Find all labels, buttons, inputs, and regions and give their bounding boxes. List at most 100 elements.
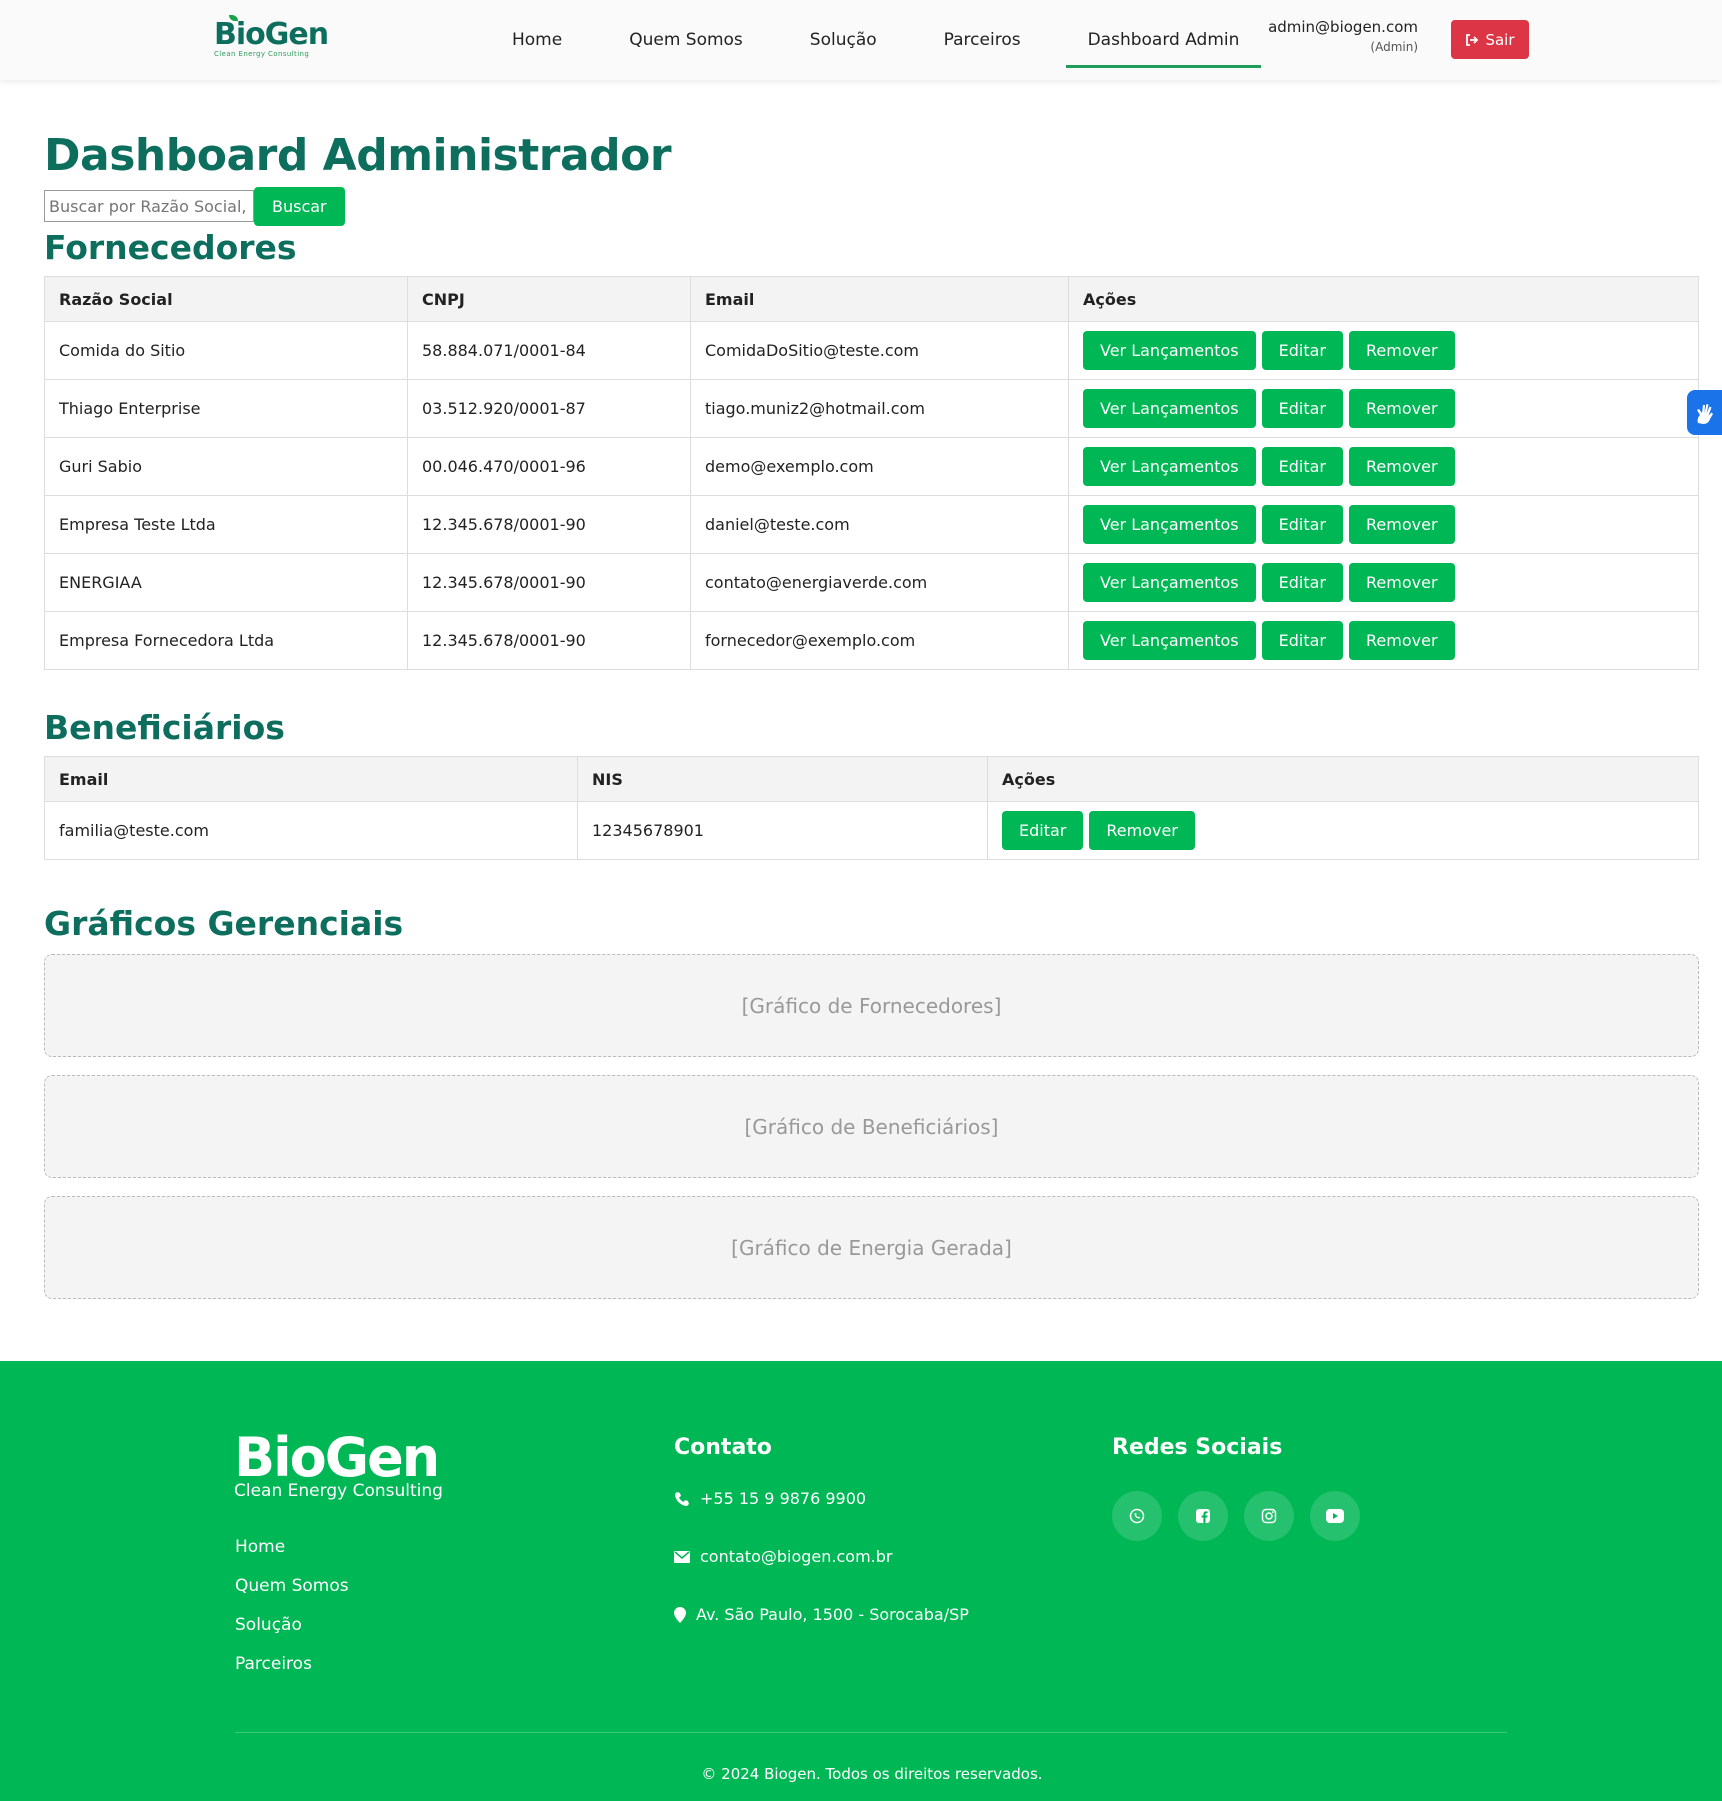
ver-lancamentos-button[interactable]: Ver Lançamentos [1083, 447, 1256, 486]
contact-address-text: Av. São Paulo, 1500 - Sorocaba/SP [696, 1605, 969, 1624]
search-input[interactable] [44, 190, 254, 222]
envelope-icon [674, 1550, 690, 1563]
remover-button[interactable]: Remover [1349, 505, 1455, 544]
cell-email: demo@exemplo.com [690, 437, 1069, 496]
table-row: Guri Sabio 00.046.470/0001-96 demo@exemp… [44, 437, 1699, 496]
table-header-row: Email NIS Ações [44, 756, 1699, 802]
cell-email: ComidaDoSitio@teste.com [690, 321, 1069, 380]
ver-lancamentos-button[interactable]: Ver Lançamentos [1083, 563, 1256, 602]
phone-icon [675, 1491, 689, 1506]
nav-quem-somos[interactable]: Quem Somos [607, 0, 765, 68]
social-title: Redes Sociais [1112, 1435, 1283, 1460]
nav-home[interactable]: Home [490, 0, 584, 68]
ver-lancamentos-button[interactable]: Ver Lançamentos [1083, 389, 1256, 428]
remover-button[interactable]: Remover [1349, 447, 1455, 486]
cell-acoes: Ver Lançamentos Editar Remover [1068, 437, 1699, 496]
footer-link-solucao[interactable]: Solução [235, 1614, 349, 1636]
cell-acoes: Editar Remover [987, 801, 1699, 860]
contact-email-text[interactable]: contato@biogen.com.br [700, 1547, 892, 1566]
cell-email: contato@energiaverde.com [690, 553, 1069, 612]
social-icons [1112, 1491, 1360, 1541]
cell-razao-social: Empresa Fornecedora Ltda [44, 611, 408, 670]
cell-email: fornecedor@exemplo.com [690, 611, 1069, 670]
graficos-title: Gráficos Gerenciais [44, 904, 404, 943]
contact-address: Av. São Paulo, 1500 - Sorocaba/SP [674, 1605, 969, 1624]
accessibility-widget[interactable] [1687, 390, 1722, 435]
fornecedores-table: Razão Social CNPJ Email Ações Comida do … [44, 276, 1699, 670]
col-header-email: Email [44, 756, 578, 802]
col-header-razao-social: Razão Social [44, 276, 408, 322]
ver-lancamentos-button[interactable]: Ver Lançamentos [1083, 621, 1256, 660]
cell-razao-social: Thiago Enterprise [44, 379, 408, 438]
facebook-icon[interactable] [1178, 1491, 1228, 1541]
main-nav: Home Quem Somos Solução Parceiros Dashbo… [490, 0, 1284, 70]
chart-placeholder-energia: [Gráfico de Energia Gerada] [44, 1196, 1699, 1299]
cell-acoes: Ver Lançamentos Editar Remover [1068, 611, 1699, 670]
cell-nis: 12345678901 [577, 801, 988, 860]
logo-tagline: Clean Energy Consulting [214, 50, 310, 58]
user-email: admin@biogen.com [1268, 18, 1418, 36]
cell-cnpj: 00.046.470/0001-96 [407, 437, 691, 496]
chart-placeholder-beneficiarios: [Gráfico de Beneficiários] [44, 1075, 1699, 1178]
footer-link-parceiros[interactable]: Parceiros [235, 1653, 349, 1675]
sign-language-hand-icon [1696, 403, 1713, 424]
cell-cnpj: 12.345.678/0001-90 [407, 611, 691, 670]
footer-logo[interactable]: BioGen Clean Energy Consulting [234, 1429, 443, 1502]
logout-label: Sair [1485, 30, 1515, 49]
beneficiarios-table: Email NIS Ações familia@teste.com 123456… [44, 756, 1699, 860]
cell-cnpj: 58.884.071/0001-84 [407, 321, 691, 380]
cell-acoes: Ver Lançamentos Editar Remover [1068, 379, 1699, 438]
cell-acoes: Ver Lançamentos Editar Remover [1068, 321, 1699, 380]
top-navbar: BioGen Clean Energy Consulting Home Quem… [0, 0, 1722, 80]
cell-acoes: Ver Lançamentos Editar Remover [1068, 495, 1699, 554]
editar-button[interactable]: Editar [1261, 505, 1344, 544]
footer-links: Home Quem Somos Solução Parceiros [235, 1536, 349, 1692]
table-header-row: Razão Social CNPJ Email Ações [44, 276, 1699, 322]
biogen-logo[interactable]: BioGen Clean Energy Consulting [214, 15, 329, 62]
cell-email: familia@teste.com [44, 801, 578, 860]
logout-button[interactable]: Sair [1451, 20, 1529, 59]
nav-solucao[interactable]: Solução [788, 0, 899, 68]
col-header-email: Email [690, 276, 1069, 322]
editar-button[interactable]: Editar [1261, 563, 1344, 602]
page-title: Dashboard Administrador [44, 130, 672, 181]
instagram-icon[interactable] [1244, 1491, 1294, 1541]
search-button[interactable]: Buscar [254, 187, 345, 226]
editar-button[interactable]: Editar [1261, 331, 1344, 370]
ver-lancamentos-button[interactable]: Ver Lançamentos [1083, 505, 1256, 544]
nav-parceiros[interactable]: Parceiros [922, 0, 1043, 68]
footer-logo-tagline: Clean Energy Consulting [234, 1481, 443, 1501]
footer-divider [235, 1732, 1507, 1733]
remover-button[interactable]: Remover [1349, 389, 1455, 428]
contact-phone-text[interactable]: +55 15 9 9876 9900 [700, 1489, 866, 1508]
logo-word: BioGen [214, 17, 329, 52]
editar-button[interactable]: Editar [1002, 811, 1084, 850]
chart-placeholder-fornecedores: [Gráfico de Fornecedores] [44, 954, 1699, 1057]
remover-button[interactable]: Remover [1089, 811, 1195, 850]
footer-link-quem-somos[interactable]: Quem Somos [235, 1575, 349, 1597]
cell-razao-social: Comida do Sitio [44, 321, 408, 380]
contact-phone: +55 15 9 9876 9900 [674, 1489, 866, 1508]
fornecedores-title: Fornecedores [44, 228, 297, 267]
editar-button[interactable]: Editar [1261, 621, 1344, 660]
editar-button[interactable]: Editar [1261, 447, 1344, 486]
remover-button[interactable]: Remover [1349, 563, 1455, 602]
user-role: (Admin) [1370, 40, 1418, 54]
remover-button[interactable]: Remover [1349, 331, 1455, 370]
col-header-acoes: Ações [1068, 276, 1699, 322]
remover-button[interactable]: Remover [1349, 621, 1455, 660]
table-row: familia@teste.com 12345678901 Editar Remo… [44, 801, 1699, 860]
table-row: Comida do Sitio 58.884.071/0001-84 Comid… [44, 321, 1699, 380]
site-footer: BioGen Clean Energy Consulting Home Quem… [0, 1361, 1722, 1801]
footer-link-home[interactable]: Home [235, 1536, 349, 1558]
contact-title: Contato [674, 1435, 772, 1460]
editar-button[interactable]: Editar [1261, 389, 1344, 428]
nav-dashboard-admin[interactable]: Dashboard Admin [1065, 0, 1262, 68]
cell-email: tiago.muniz2@hotmail.com [690, 379, 1069, 438]
beneficiarios-title: Beneficiários [44, 708, 285, 747]
youtube-icon[interactable] [1310, 1491, 1360, 1541]
search-bar: Buscar [44, 187, 1678, 226]
ver-lancamentos-button[interactable]: Ver Lançamentos [1083, 331, 1256, 370]
cell-acoes: Ver Lançamentos Editar Remover [1068, 553, 1699, 612]
whatsapp-icon[interactable] [1112, 1491, 1162, 1541]
